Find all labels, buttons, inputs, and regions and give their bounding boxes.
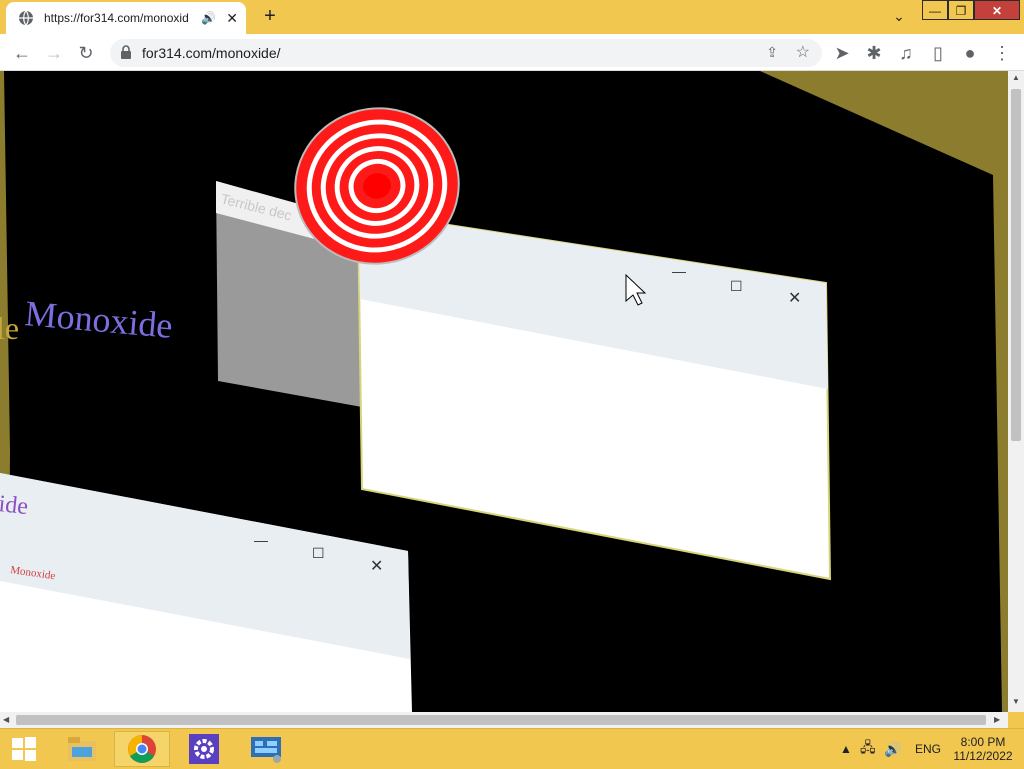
lock-icon xyxy=(121,45,131,59)
vertical-scrollbar[interactable]: ▲ ▼ xyxy=(1008,71,1024,712)
browser-titlebar: https://for314.com/monoxid 🔊 ✕ + ⌄ — ❐ ✕ xyxy=(0,0,1024,34)
page-viewport: Terrible dec — ☐ ✕ — ☐ ✕ Monoxide le Mon… xyxy=(0,71,1008,712)
ide-fragment: ide xyxy=(0,491,29,520)
media-control-icon[interactable]: ♫ xyxy=(894,41,918,65)
network-icon[interactable]: 🖧 xyxy=(860,729,876,769)
menu-kebab-icon[interactable]: ⋮ xyxy=(990,41,1014,65)
scroll-up-arrow-icon[interactable]: ▲ xyxy=(1012,73,1020,82)
tray-overflow-icon[interactable]: ▲ xyxy=(840,729,852,769)
windows-taskbar: ▲ 🖧 🔊 ENG 8:00 PM 11/12/2022 xyxy=(0,728,1024,768)
language-indicator[interactable]: ENG xyxy=(915,729,941,769)
scroll-right-arrow-icon[interactable]: ▶ xyxy=(994,715,1000,724)
forward-arrow-icon[interactable]: → xyxy=(42,41,66,65)
scroll-left-arrow-icon[interactable]: ◀ xyxy=(3,715,9,724)
browser-toolbar: ← → ↻ for314.com/monoxide/ ⇪ ☆ ➤ ✱ ♫ ▯ ●… xyxy=(0,34,1024,71)
vertical-scrollbar-thumb[interactable] xyxy=(1011,89,1021,441)
clock-time: 8:00 PM xyxy=(960,735,1006,749)
main-window-maximize[interactable]: ☐ xyxy=(730,278,743,294)
horizontal-scrollbar-thumb[interactable] xyxy=(16,715,986,725)
reload-icon[interactable]: ↻ xyxy=(74,41,98,65)
main-window-minimize[interactable]: — xyxy=(672,263,686,279)
extensions-puzzle-icon[interactable]: ✱ xyxy=(862,41,886,65)
speaker-icon[interactable]: 🔊 xyxy=(201,11,216,25)
side-panel-icon[interactable]: ▯ xyxy=(926,41,950,65)
tab-search-chevron-icon[interactable]: ⌄ xyxy=(889,8,909,26)
volume-icon[interactable]: 🔊 xyxy=(884,729,901,769)
lower-window-minimize[interactable]: — xyxy=(254,532,268,548)
clock-date: 11/12/2022 xyxy=(953,749,1013,763)
chrome-icon[interactable] xyxy=(114,731,170,767)
browser-tab[interactable]: https://for314.com/monoxid 🔊 ✕ xyxy=(6,2,246,34)
file-explorer-icon[interactable] xyxy=(54,731,110,767)
control-panel-icon[interactable] xyxy=(238,731,294,767)
window-minimize-button[interactable]: — xyxy=(922,0,948,20)
tab-title: https://for314.com/monoxid xyxy=(44,11,189,25)
settings-icon[interactable] xyxy=(176,731,232,767)
main-window-close[interactable]: ✕ xyxy=(788,290,801,307)
url-text[interactable]: for314.com/monoxide/ xyxy=(142,45,281,61)
tab-close-button[interactable]: ✕ xyxy=(226,10,238,27)
start-button[interactable] xyxy=(0,731,48,767)
lower-window-close[interactable]: ✕ xyxy=(370,558,383,575)
text-fragment: le xyxy=(0,310,19,346)
horizontal-scrollbar[interactable]: ◀ ▶ xyxy=(0,712,1008,728)
lower-window-maximize[interactable]: ☐ xyxy=(312,545,325,561)
back-arrow-icon[interactable]: ← xyxy=(10,41,34,65)
profile-avatar-icon[interactable]: ● xyxy=(958,41,982,65)
new-tab-button[interactable]: + xyxy=(258,6,282,28)
windows-logo-icon xyxy=(12,737,36,761)
share-icon[interactable]: ⇪ xyxy=(766,44,778,61)
page-canvas: Terrible dec — ☐ ✕ — ☐ ✕ Monoxide le Mon… xyxy=(0,71,1002,712)
globe-icon xyxy=(19,10,33,26)
cursor-extension-icon[interactable]: ➤ xyxy=(830,41,854,65)
address-bar[interactable]: for314.com/monoxide/ ⇪ ☆ xyxy=(110,39,822,67)
bookmark-star-icon[interactable]: ☆ xyxy=(796,42,810,62)
scroll-down-arrow-icon[interactable]: ▼ xyxy=(1012,697,1020,706)
window-close-button[interactable]: ✕ xyxy=(974,0,1020,20)
window-maximize-button[interactable]: ❐ xyxy=(948,0,974,20)
clock[interactable]: 8:00 PM 11/12/2022 xyxy=(948,729,1018,769)
